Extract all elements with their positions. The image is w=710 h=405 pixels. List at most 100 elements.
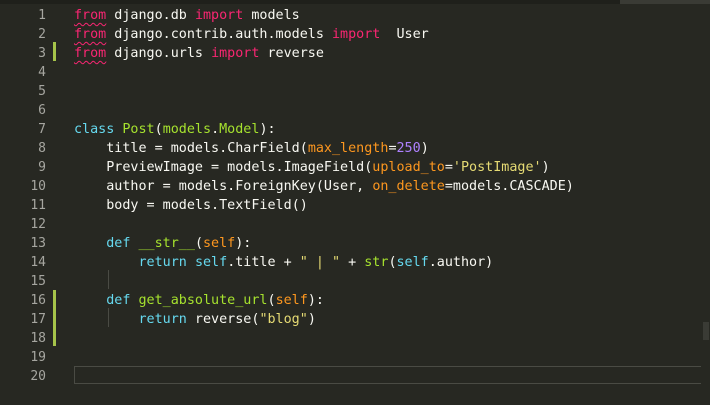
- code-token: Post: [122, 122, 155, 137]
- code-token: max_length: [307, 141, 389, 156]
- code-token: str: [364, 255, 389, 270]
- code-token: (: [299, 141, 308, 156]
- code-token: ForeignKey: [235, 179, 316, 194]
- code-token: on_delete: [372, 179, 445, 194]
- code-token: models: [162, 122, 212, 137]
- line-number: 16: [30, 293, 46, 308]
- code-token: import: [331, 27, 381, 42]
- code-token: self: [396, 255, 429, 270]
- code-token: +: [340, 255, 365, 270]
- code-token: return: [138, 312, 187, 327]
- code-line[interactable]: PreviewImage = models.ImageField(upload_…: [74, 158, 550, 177]
- code-line[interactable]: from django.contrib.auth.models import U…: [74, 25, 429, 44]
- line-number: 12: [30, 217, 46, 232]
- line-number: 9: [38, 160, 46, 175]
- git-added-marker: [53, 290, 56, 346]
- code-line[interactable]: from django.urls import reverse: [74, 44, 324, 63]
- line-number: 15: [30, 274, 46, 289]
- horizontal-scroll-thumb[interactable]: [620, 0, 710, 4]
- code-line[interactable]: return reverse("blog"): [74, 310, 316, 329]
- code-token: from: [74, 8, 107, 23]
- code-token: Model: [219, 122, 260, 137]
- code-token: =: [388, 141, 397, 156]
- code-editor[interactable]: 1 2 3 4 5 6 7 8 9 10 11 12 13 14 15 16 17 18 19 20 from dja…: [0, 0, 710, 405]
- code-token: django.db: [106, 8, 195, 23]
- code-line[interactable]: body = models.TextField(): [74, 196, 308, 215]
- code-token: title = models.: [74, 141, 228, 156]
- line-number: 18: [30, 331, 46, 346]
- code-token: import: [211, 46, 260, 61]
- line-number-gutter: 1 2 3 4 5 6 7 8 9 10 11 12 13 14 15 16 17 18 19 20: [0, 4, 56, 405]
- editor-top-bar: [0, 0, 710, 4]
- code-line[interactable]: return self.title + " | " + str(self.aut…: [74, 253, 494, 272]
- git-modified-marker: [53, 42, 56, 61]
- line-number: 7: [38, 122, 46, 137]
- code-token: body = models.: [74, 198, 220, 213]
- code-token: .: [211, 122, 220, 137]
- code-token: "blog": [259, 312, 308, 327]
- code-line[interactable]: title = models.CharField(max_length=250): [74, 139, 429, 158]
- code-token: django.urls: [106, 46, 212, 61]
- code-token: upload_to: [372, 160, 445, 175]
- code-token: 250: [396, 141, 421, 156]
- line-number: 8: [38, 141, 46, 156]
- code-token: ): [307, 312, 316, 327]
- code-token: ):: [235, 236, 252, 251]
- code-token: (: [267, 293, 276, 308]
- code-token: self: [203, 236, 236, 251]
- code-token: User: [380, 27, 429, 42]
- line-number: 17: [30, 312, 46, 327]
- code-token: PreviewImage = models.: [74, 160, 284, 175]
- code-token: self: [275, 293, 308, 308]
- line-number: 13: [30, 236, 46, 251]
- line-number: 11: [30, 198, 46, 213]
- code-token: __str__: [138, 236, 195, 251]
- code-line[interactable]: author = models.ForeignKey(User, on_dele…: [74, 177, 574, 196]
- code-token: ): [541, 160, 550, 175]
- code-token: author = models.: [74, 179, 236, 194]
- code-token: ):: [259, 122, 276, 137]
- code-line[interactable]: from django.db import models: [74, 6, 300, 25]
- code-token: reverse: [259, 46, 324, 61]
- code-token: TextField: [219, 198, 292, 213]
- code-token: return: [138, 255, 187, 270]
- scrollbar-marker: [703, 322, 709, 340]
- code-token: def: [106, 236, 131, 251]
- code-token: CharField: [227, 141, 300, 156]
- code-token: def: [106, 293, 131, 308]
- code-token: ImageField: [283, 160, 365, 175]
- code-token: self: [194, 255, 228, 270]
- code-token: ):: [307, 293, 324, 308]
- code-line[interactable]: def __str__(self):: [74, 234, 251, 253]
- vertical-scrollbar[interactable]: [701, 4, 710, 405]
- code-token: =: [444, 160, 453, 175]
- code-token: (: [154, 122, 163, 137]
- code-token: from: [74, 46, 107, 61]
- code-token: models: [243, 8, 300, 23]
- code-token: import: [194, 8, 244, 23]
- code-token: class: [74, 122, 115, 137]
- line-number: 14: [30, 255, 46, 270]
- code-token: (): [291, 198, 308, 213]
- code-line[interactable]: def get_absolute_url(self):: [74, 291, 324, 310]
- code-token: 'PostImage': [452, 160, 542, 175]
- code-token: =models.CASCADE): [444, 179, 574, 194]
- line-number: 5: [38, 84, 46, 99]
- indent-guide: [108, 270, 109, 289]
- code-line[interactable]: class Post(models.Model):: [74, 120, 276, 139]
- line-number: 20: [30, 369, 46, 384]
- code-token: django.contrib.auth.models: [106, 27, 332, 42]
- line-number: 4: [38, 65, 46, 80]
- line-number: 1: [38, 8, 46, 23]
- code-token: (: [388, 255, 397, 270]
- code-token: (User,: [315, 179, 373, 194]
- code-token: reverse(: [186, 312, 260, 327]
- code-token: " | ": [299, 255, 341, 270]
- line-number: 2: [38, 27, 46, 42]
- code-token: .author): [428, 255, 494, 270]
- code-token: (: [194, 236, 203, 251]
